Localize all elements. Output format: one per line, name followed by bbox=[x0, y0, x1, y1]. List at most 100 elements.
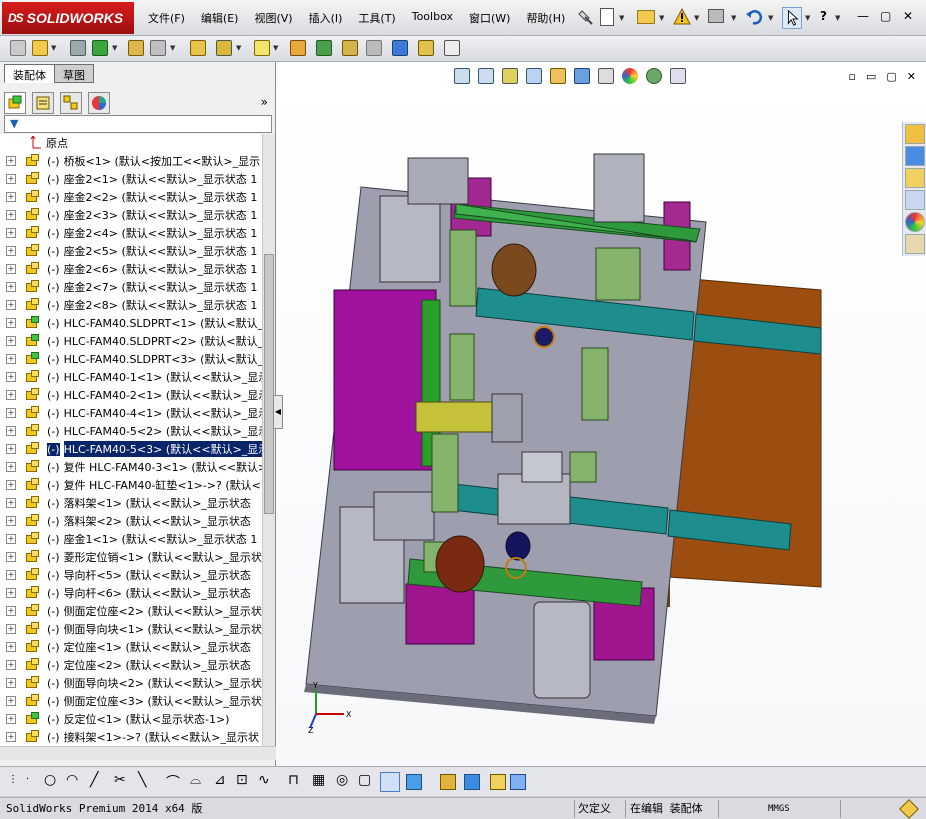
interference-detection-icon[interactable] bbox=[392, 40, 408, 56]
view-palette-icon[interactable] bbox=[905, 190, 925, 210]
expand-toggle[interactable]: + bbox=[6, 660, 16, 670]
apply-scene-icon[interactable] bbox=[646, 68, 662, 84]
select-dropdown-arrow[interactable]: ▼ bbox=[805, 14, 810, 22]
point-icon[interactable]: · bbox=[26, 774, 42, 790]
smart-fasteners-icon[interactable] bbox=[128, 40, 144, 56]
expand-toggle[interactable]: + bbox=[6, 300, 16, 310]
configurationmanager-tab-icon[interactable] bbox=[60, 92, 82, 114]
expand-toggle[interactable]: + bbox=[6, 390, 16, 400]
expand-toggle[interactable]: + bbox=[6, 732, 16, 742]
tree-item[interactable]: + (-) 座金2<4> (默认<<默认>_显示状态 1 bbox=[0, 224, 262, 242]
linear-pattern-icon[interactable] bbox=[92, 40, 108, 56]
expand-toggle[interactable]: + bbox=[6, 156, 16, 166]
move-dropdown-arrow[interactable]: ▼ bbox=[170, 44, 175, 52]
new-part-icon[interactable] bbox=[32, 40, 48, 56]
large-design-review-icon[interactable] bbox=[444, 40, 460, 56]
layout-icon[interactable] bbox=[490, 774, 506, 790]
expand-toggle[interactable]: + bbox=[6, 228, 16, 238]
filter-icon[interactable]: ▼ bbox=[10, 117, 18, 130]
tree-item[interactable]: + (-) 复件 HLC-FAM40-3<1> (默认<<默认> bbox=[0, 458, 262, 476]
expand-toggle[interactable]: + bbox=[6, 570, 16, 580]
tree-item[interactable]: + (-) HLC-FAM40-2<1> (默认<<默认>_显示 bbox=[0, 386, 262, 404]
expand-toggle[interactable]: + bbox=[6, 354, 16, 364]
expand-toggle[interactable]: + bbox=[6, 588, 16, 598]
arc-icon[interactable]: ◠ bbox=[66, 772, 82, 788]
tree-item-origin[interactable]: 原点 bbox=[0, 134, 262, 152]
expand-toggle[interactable]: + bbox=[6, 192, 16, 202]
viewport-minimize-button[interactable]: ▭ bbox=[866, 70, 876, 83]
reference-dropdown-arrow[interactable]: ▼ bbox=[273, 44, 278, 52]
bill-of-materials-icon[interactable] bbox=[316, 40, 332, 56]
expand-toggle[interactable]: + bbox=[6, 498, 16, 508]
tree-item[interactable]: + (-) HLC-FAM40-5<2> (默认<<默认>_显示 bbox=[0, 422, 262, 440]
view-settings-icon[interactable] bbox=[670, 68, 686, 84]
tree-item[interactable]: + (-) 落料架<2> (默认<<默认>_显示状态 bbox=[0, 512, 262, 530]
ellipse-icon[interactable]: ◎ bbox=[336, 772, 352, 788]
tree-item[interactable]: + (-) 反定位<1> (默认<显示状态-1>) bbox=[0, 710, 262, 728]
expand-toggle[interactable]: + bbox=[6, 336, 16, 346]
open-folder-icon[interactable] bbox=[637, 10, 655, 24]
reference-geometry-icon[interactable] bbox=[254, 40, 270, 56]
explode-line-sketch-icon[interactable] bbox=[366, 40, 382, 56]
more-tabs-icon[interactable]: » bbox=[261, 95, 268, 109]
tree-item[interactable]: + (-) 座金2<8> (默认<<默认>_显示状态 1 bbox=[0, 296, 262, 314]
smart-dimension-icon[interactable]: ⊓ bbox=[288, 772, 304, 788]
tree-item[interactable]: + (-) 座金2<7> (默认<<默认>_显示状态 1 bbox=[0, 278, 262, 296]
expand-toggle[interactable]: + bbox=[6, 210, 16, 220]
menu-item[interactable]: 工具(T) bbox=[350, 8, 403, 28]
shaded-with-edges-icon[interactable] bbox=[406, 774, 422, 790]
new-document-icon[interactable] bbox=[600, 8, 614, 26]
tree-item[interactable]: + (-) HLC-FAM40.SLDPRT<2> (默认<默认_显 bbox=[0, 332, 262, 350]
appearances-scenes-icon[interactable] bbox=[905, 212, 925, 232]
tree-item[interactable]: + (-) 桥板<1> (默认<按加工<<默认>_显示 bbox=[0, 152, 262, 170]
help-icon[interactable]: ? bbox=[820, 10, 827, 22]
print-dropdown-arrow[interactable]: ▼ bbox=[731, 14, 736, 22]
expand-toggle[interactable]: + bbox=[6, 174, 16, 184]
expand-toggle[interactable]: + bbox=[6, 462, 16, 472]
minimize-button[interactable]: — bbox=[857, 10, 869, 22]
select-arrow-icon[interactable] bbox=[782, 7, 802, 29]
centerline-icon[interactable]: ╲ bbox=[138, 772, 154, 788]
expand-toggle[interactable]: + bbox=[6, 264, 16, 274]
assembly-features-icon[interactable] bbox=[216, 40, 232, 56]
show-hidden-components-icon[interactable] bbox=[190, 40, 206, 56]
expand-toggle[interactable]: + bbox=[6, 606, 16, 616]
help-dropdown-arrow[interactable]: ▼ bbox=[835, 14, 840, 22]
displaymanager-tab-icon[interactable] bbox=[88, 92, 110, 114]
open-dropdown-arrow[interactable]: ▼ bbox=[659, 14, 664, 22]
grid-icon[interactable]: ▦ bbox=[312, 772, 328, 788]
expand-toggle[interactable]: + bbox=[6, 426, 16, 436]
circle-icon[interactable]: ○ bbox=[44, 772, 60, 788]
viewport-close-button[interactable]: ✕ bbox=[907, 70, 916, 83]
unit-system[interactable]: MMGS bbox=[768, 801, 790, 817]
expand-toggle[interactable]: + bbox=[6, 678, 16, 688]
construction-geometry-icon[interactable]: ⊡ bbox=[236, 772, 252, 788]
tree-vertical-scrollbar[interactable] bbox=[262, 134, 275, 746]
expand-toggle[interactable]: + bbox=[6, 318, 16, 328]
expand-toggle[interactable]: + bbox=[6, 516, 16, 526]
move-component-icon[interactable] bbox=[150, 40, 166, 56]
solidworks-resources-icon[interactable] bbox=[905, 124, 925, 144]
component-dropdown-arrow[interactable]: ▼ bbox=[51, 44, 56, 52]
menu-item[interactable]: 文件(F) bbox=[140, 8, 193, 28]
spline-icon[interactable]: ∿ bbox=[258, 772, 274, 788]
pattern-dropdown-arrow[interactable]: ▼ bbox=[112, 44, 117, 52]
section-view-icon[interactable] bbox=[526, 68, 542, 84]
window-tile-icon[interactable] bbox=[510, 774, 526, 790]
restore-button[interactable]: ▢ bbox=[880, 10, 891, 22]
tree-item[interactable]: + (-) 座金2<6> (默认<<默认>_显示状态 1 bbox=[0, 260, 262, 278]
offset-icon[interactable]: ⌓ bbox=[190, 772, 206, 788]
tree-item[interactable]: + (-) HLC-FAM40-1<1> (默认<<默认>_显示 bbox=[0, 368, 262, 386]
expand-toggle[interactable]: + bbox=[6, 372, 16, 382]
menu-item[interactable]: 编辑(E) bbox=[193, 8, 247, 28]
close-button[interactable]: ✕ bbox=[903, 10, 913, 22]
fillet-icon[interactable]: ⌒ bbox=[166, 772, 182, 791]
tree-item[interactable]: + (-) 导向杆<5> (默认<<默认>_显示状态 bbox=[0, 566, 262, 584]
previous-view-icon[interactable] bbox=[502, 68, 518, 84]
tree-item[interactable]: + (-) 座金2<5> (默认<<默认>_显示状态 1 bbox=[0, 242, 262, 260]
expand-toggle[interactable]: + bbox=[6, 246, 16, 256]
expand-toggle[interactable]: + bbox=[6, 444, 16, 454]
tree-item[interactable]: + (-) HLC-FAM40-4<1> (默认<<默认>_显示 bbox=[0, 404, 262, 422]
features-dropdown-arrow[interactable]: ▼ bbox=[236, 44, 241, 52]
tag-icon[interactable] bbox=[899, 799, 919, 819]
